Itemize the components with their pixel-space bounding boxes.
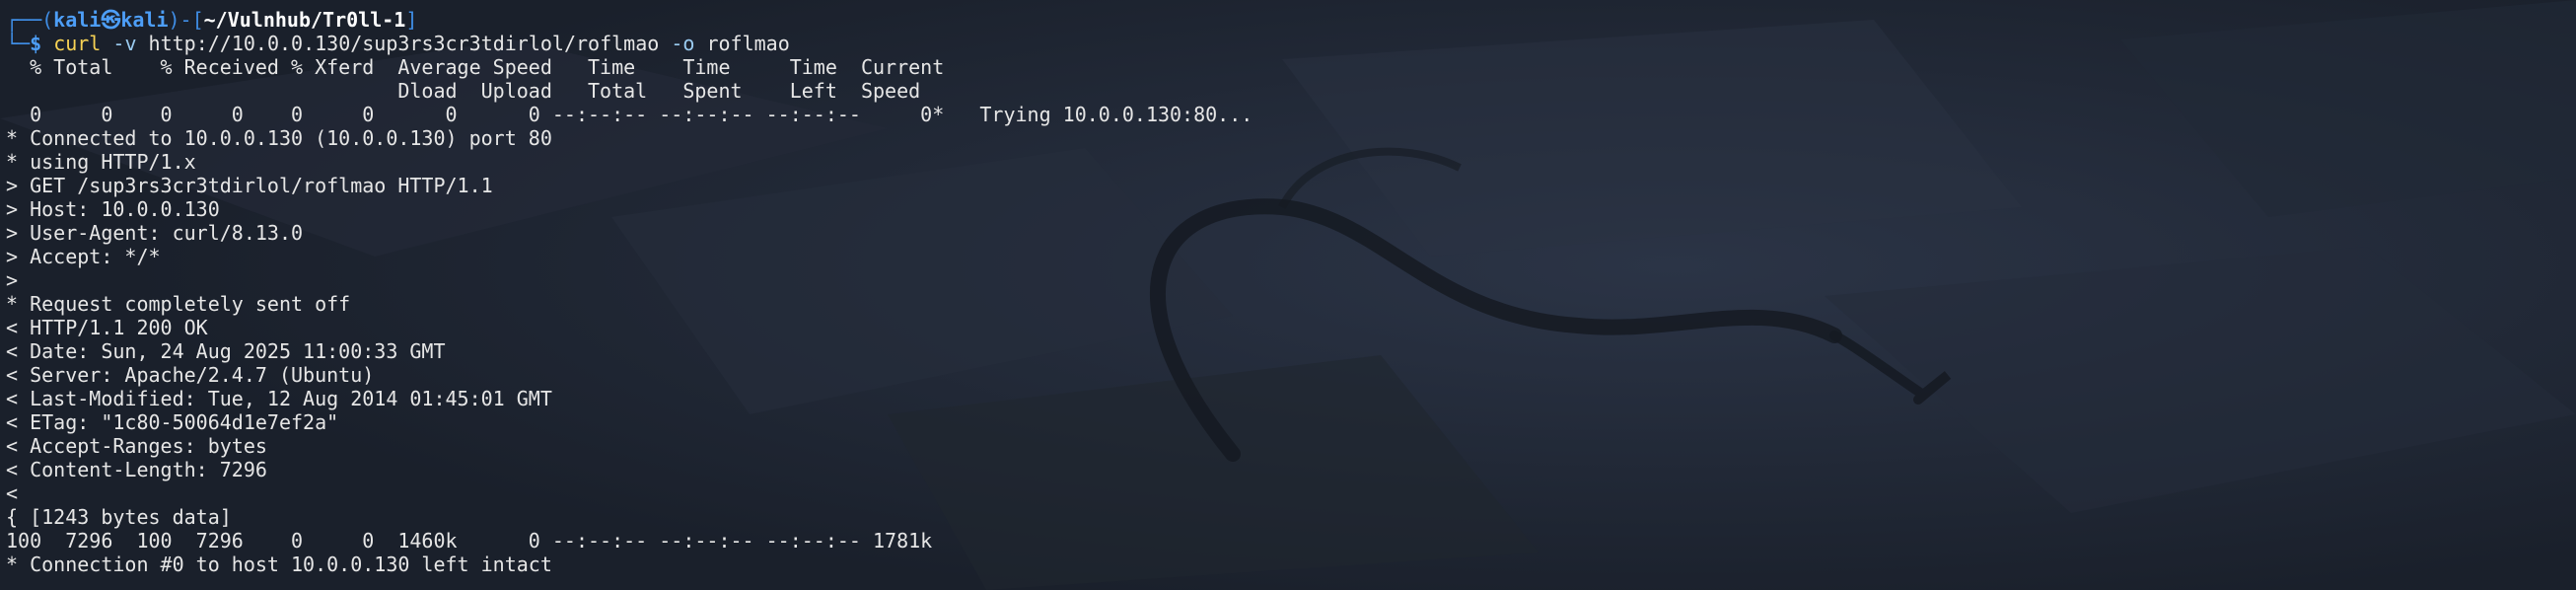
prompt-user: kali [53, 8, 102, 32]
prompt-path: ~/Vulnhub/Tr0ll-1 [203, 8, 406, 32]
terminal-window[interactable]: ┌──(kali㉿kali)-[~/Vulnhub/Tr0ll-1] └─$ cu… [0, 0, 2576, 590]
prompt-bracket-open: ┌──( [6, 8, 54, 32]
prompt-line-2: └─$ curl -v http://10.0.0.130/sup3rs3cr3… [6, 32, 1252, 55]
command-flag-v: -v [101, 32, 149, 55]
output-line: 100 7296 100 7296 0 0 1460k 0 --:--:-- -… [6, 529, 933, 553]
prompt-bracket-close: ] [405, 8, 418, 32]
output-line: * Request completely sent off [6, 292, 351, 316]
prompt-host: kali [120, 8, 169, 32]
output-line: * Connected to 10.0.0.130 (10.0.0.130) p… [6, 126, 552, 150]
prompt-line-1: ┌──(kali㉿kali)-[~/Vulnhub/Tr0ll-1] [6, 8, 1252, 32]
prompt-bracket-mid: )-[ [168, 8, 204, 32]
output-line: < ETag: "1c80-50064d1e7ef2a" [6, 410, 339, 434]
output-line: Dload Upload Total Spent Left Speed [6, 79, 921, 103]
command-outfile: roflmao [706, 32, 790, 55]
output-line: % Total % Received % Xferd Average Speed… [6, 55, 945, 79]
terminal-output: ┌──(kali㉿kali)-[~/Vulnhub/Tr0ll-1] └─$ cu… [6, 8, 1252, 576]
output-line: < Server: Apache/2.4.7 (Ubuntu) [6, 363, 375, 387]
command-name: curl [53, 32, 102, 55]
output-line: { [1243 bytes data] [6, 505, 232, 529]
output-line: * Connection #0 to host 10.0.0.130 left … [6, 553, 552, 576]
output-line: < Accept-Ranges: bytes [6, 434, 267, 458]
output-line: > [6, 268, 19, 292]
output-line: < Last-Modified: Tue, 12 Aug 2014 01:45:… [6, 387, 552, 410]
output-line: > GET /sup3rs3cr3tdirlol/roflmao HTTP/1.… [6, 174, 493, 197]
output-line: < Content-Length: 7296 [6, 458, 267, 481]
output-line: 0 0 0 0 0 0 0 0 --:--:-- --:--:-- --:--:… [6, 103, 1253, 126]
output-line: < HTTP/1.1 200 OK [6, 316, 208, 339]
command-flag-o: -o [659, 32, 707, 55]
prompt-corner: └─ [6, 32, 31, 55]
command-url: http://10.0.0.130/sup3rs3cr3tdirlol/rofl… [148, 32, 660, 55]
prompt-dollar: $ [30, 32, 54, 55]
output-line: < Date: Sun, 24 Aug 2025 11:00:33 GMT [6, 339, 446, 363]
output-line: < [6, 481, 19, 505]
output-line: > Host: 10.0.0.130 [6, 197, 220, 221]
output-line: > User-Agent: curl/8.13.0 [6, 221, 304, 245]
prompt-at-symbol: ㉿ [101, 8, 121, 32]
output-line: > Accept: */* [6, 245, 161, 268]
output-line: * using HTTP/1.x [6, 150, 196, 174]
